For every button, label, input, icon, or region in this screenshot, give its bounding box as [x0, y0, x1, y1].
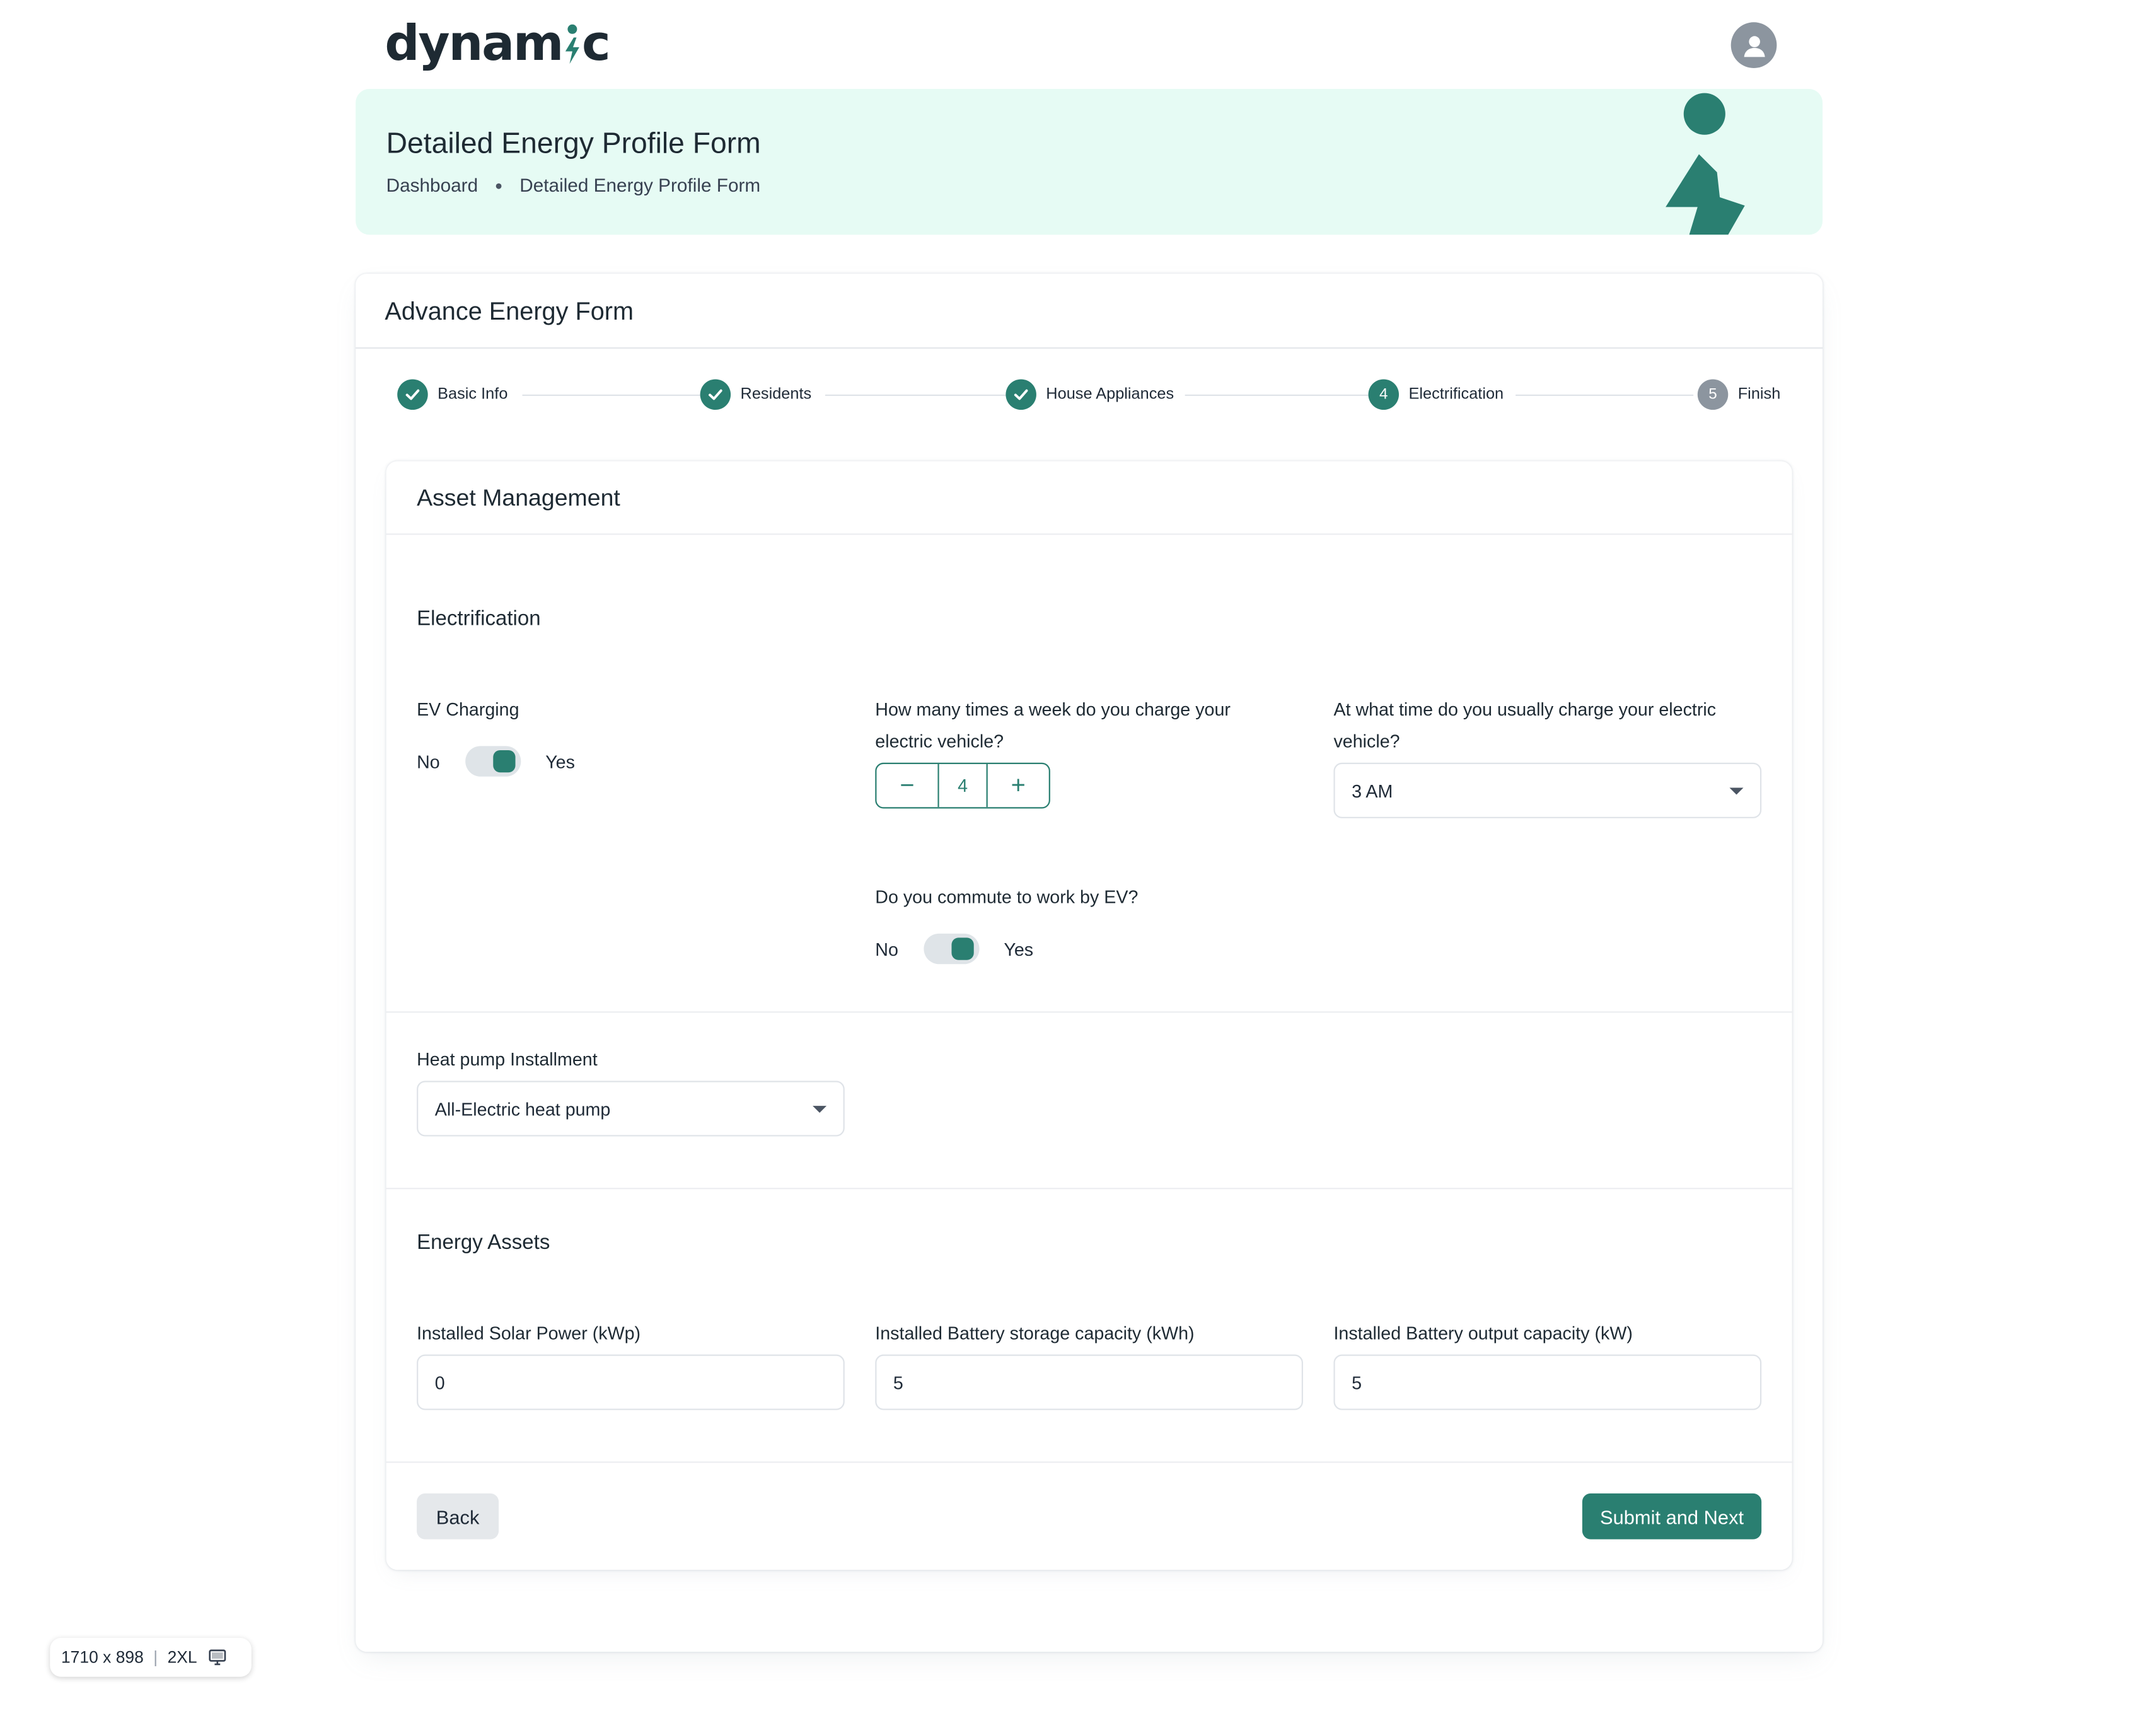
step-label: House Appliances: [1046, 386, 1174, 403]
battery-output-label: Installed Battery output capacity (kW): [1333, 1322, 1633, 1343]
battery-storage-label: Installed Battery storage capacity (kWh): [875, 1322, 1195, 1343]
step-label: Electrification: [1408, 386, 1504, 403]
charge-time-value: 3 AM: [1352, 780, 1393, 801]
charge-time-label: At what time do you usually charge your …: [1333, 699, 1717, 752]
charges-per-week-stepper: − 4 +: [875, 762, 1050, 809]
solar-power-input[interactable]: 0: [417, 1354, 845, 1410]
charges-per-week-label: How many times a week do you charge your…: [875, 699, 1231, 752]
user-icon: [1743, 35, 1765, 57]
step-label: Residents: [740, 386, 812, 403]
user-avatar-button[interactable]: [1730, 22, 1777, 68]
divider: [386, 1461, 1792, 1463]
monitor-icon: [209, 1649, 226, 1666]
toggle-yes-label: Yes: [1004, 938, 1034, 960]
logo-text-part1: dynam: [385, 16, 564, 72]
check-icon: [397, 379, 428, 410]
increment-button[interactable]: +: [988, 764, 1049, 807]
ev-charging-switch[interactable]: [465, 746, 521, 777]
chevron-down-icon: [813, 1106, 827, 1113]
back-button[interactable]: Back: [417, 1493, 499, 1540]
commute-toggle-row: No Yes: [875, 933, 1034, 965]
commute-label: Do you commute to work by EV?: [875, 886, 1139, 907]
step-house-appliances[interactable]: House Appliances: [1006, 379, 1185, 410]
page: dynam c Detailed Energy Profile Form Das…: [0, 0, 2156, 1711]
check-icon: [700, 379, 731, 410]
viewport-size: 1710 x 898: [61, 1647, 144, 1668]
bolt-person-illustration-icon: [1666, 93, 1745, 235]
toggle-no-label: No: [875, 938, 898, 960]
battery-storage-input[interactable]: 5: [875, 1354, 1303, 1410]
toggle-no-label: No: [417, 751, 440, 772]
page-title: Detailed Energy Profile Form: [386, 127, 761, 160]
breakpoint-label: 2XL: [167, 1647, 197, 1668]
step-number: 4: [1368, 379, 1400, 410]
breadcrumb: Dashboard Detailed Energy Profile Form: [386, 175, 761, 196]
step-connector: [1516, 394, 1694, 397]
commute-switch[interactable]: [923, 933, 979, 965]
step-connector: [825, 394, 1009, 397]
viewport-size-badge: 1710 x 898 | 2XL: [50, 1638, 252, 1677]
asset-management-card: Asset Management Electrification EV Char…: [386, 461, 1792, 1570]
energy-assets-title: Energy Assets: [417, 1231, 550, 1255]
step-finish[interactable]: 5 Finish: [1697, 379, 1781, 410]
switch-knob: [951, 937, 973, 960]
divider: [356, 347, 1823, 349]
step-label: Basic Info: [438, 386, 508, 403]
ev-charging-label: EV Charging: [417, 699, 519, 720]
divider: [386, 1011, 1792, 1013]
logo[interactable]: dynam c: [385, 16, 611, 72]
form-stepper: Basic Info Residents House Appliances 4 …: [397, 379, 1783, 410]
chevron-down-icon: [1729, 787, 1744, 795]
divider: [386, 533, 1792, 535]
asset-management-title: Asset Management: [417, 485, 620, 511]
solar-power-label: Installed Solar Power (kWp): [417, 1322, 641, 1343]
step-label: Finish: [1737, 386, 1781, 403]
breadcrumb-current: Detailed Energy Profile Form: [519, 175, 761, 196]
form-title: Advance Energy Form: [385, 297, 634, 325]
submit-and-next-button[interactable]: Submit and Next: [1582, 1493, 1762, 1540]
heat-pump-label: Heat pump Installment: [417, 1048, 598, 1070]
logo-text-part2: c: [582, 16, 611, 72]
logo-bolt-icon: [565, 24, 579, 64]
step-basic-info[interactable]: Basic Info: [397, 379, 519, 410]
check-icon: [1006, 379, 1036, 410]
charge-time-select[interactable]: 3 AM: [1333, 762, 1762, 818]
charges-per-week-value[interactable]: 4: [937, 763, 988, 808]
step-connector: [522, 394, 704, 397]
divider: [386, 1188, 1792, 1190]
switch-knob: [492, 750, 515, 773]
battery-output-input[interactable]: 5: [1333, 1354, 1762, 1410]
step-electrification[interactable]: 4 Electrification: [1368, 379, 1515, 410]
breadcrumb-dashboard-link[interactable]: Dashboard: [386, 175, 478, 196]
heat-pump-value: All-Electric heat pump: [434, 1098, 611, 1119]
separator: |: [153, 1647, 158, 1668]
step-connector: [1182, 394, 1370, 397]
breadcrumb-separator: [496, 182, 502, 188]
step-residents[interactable]: Residents: [700, 379, 823, 410]
decrement-button[interactable]: −: [876, 764, 937, 807]
page-header-banner: Detailed Energy Profile Form Dashboard D…: [356, 89, 1823, 235]
toggle-yes-label: Yes: [545, 751, 575, 772]
step-number: 5: [1697, 379, 1729, 410]
ev-charging-toggle-row: No Yes: [417, 746, 575, 777]
heat-pump-select[interactable]: All-Electric heat pump: [417, 1081, 845, 1137]
electrification-title: Electrification: [417, 606, 541, 631]
